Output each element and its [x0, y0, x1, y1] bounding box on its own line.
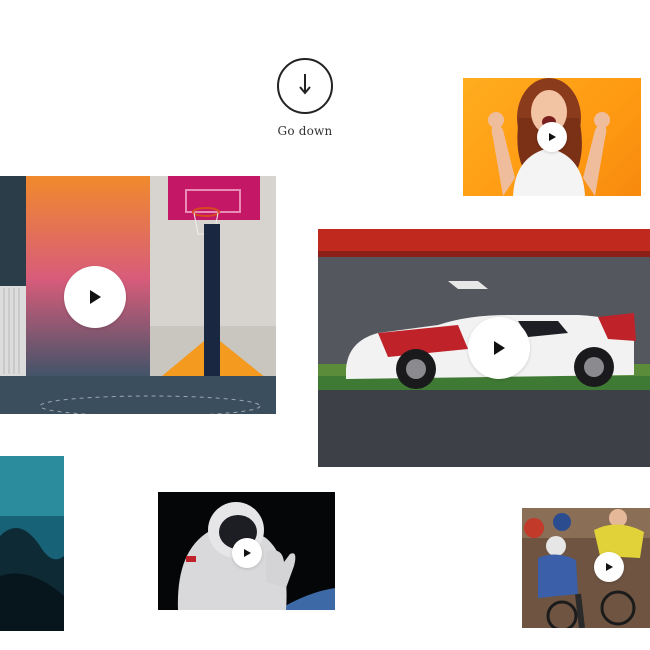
go-down-button[interactable] — [277, 58, 333, 114]
play-button[interactable] — [594, 552, 624, 582]
underwater-image — [0, 456, 64, 631]
play-icon — [547, 132, 557, 142]
play-button[interactable] — [64, 266, 126, 328]
cyclists-image — [522, 508, 650, 628]
go-down-label[interactable]: Go down — [260, 124, 350, 138]
video-tile-excited-woman[interactable] — [463, 78, 641, 196]
play-icon — [87, 289, 103, 305]
video-tile-underwater[interactable] — [0, 456, 64, 631]
arrow-down-icon — [297, 72, 313, 100]
play-icon — [604, 562, 614, 572]
video-tile-astronaut[interactable] — [158, 492, 335, 610]
play-icon — [242, 548, 252, 558]
basketball-court-image — [0, 176, 276, 414]
play-button[interactable] — [537, 122, 567, 152]
play-icon — [491, 340, 507, 356]
video-tile-cyclists[interactable] — [522, 508, 650, 628]
video-tile-race-car[interactable] — [318, 229, 650, 467]
play-button[interactable] — [468, 317, 530, 379]
video-tile-basketball-court[interactable] — [0, 176, 276, 414]
play-button[interactable] — [232, 538, 262, 568]
